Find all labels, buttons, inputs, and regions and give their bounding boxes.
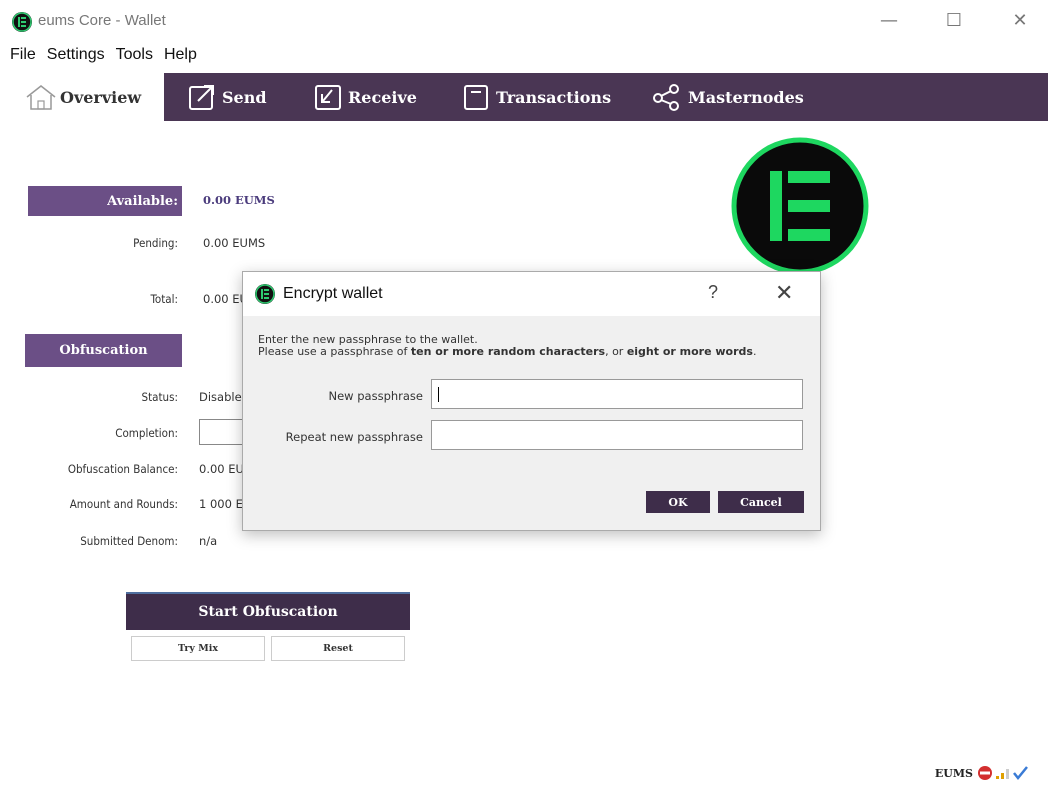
start-obfuscation-button[interactable]: Start Obfuscation bbox=[126, 592, 410, 630]
menu-settings[interactable]: Settings bbox=[47, 46, 105, 70]
signal-bars-icon bbox=[996, 769, 1009, 779]
new-passphrase-input[interactable] bbox=[431, 379, 803, 409]
reset-button[interactable]: Reset bbox=[271, 636, 405, 661]
obfuscation-balance-value: 0.00 EU bbox=[199, 462, 244, 476]
maximize-icon: ☐ bbox=[945, 9, 963, 31]
repeat-passphrase-input[interactable] bbox=[431, 420, 803, 450]
checkmark-icon bbox=[1013, 766, 1028, 780]
pending-label: Pending: bbox=[133, 236, 178, 250]
tab-receive[interactable]: Receive bbox=[314, 73, 417, 121]
ok-button[interactable]: OK bbox=[646, 491, 710, 513]
status-bar: EUMS bbox=[935, 765, 1028, 781]
try-mix-button[interactable]: Try Mix bbox=[131, 636, 265, 661]
menu-help[interactable]: Help bbox=[164, 46, 197, 70]
status-label: Status: bbox=[141, 390, 178, 404]
maximize-button[interactable]: ☐ bbox=[936, 8, 972, 32]
total-label: Total: bbox=[150, 292, 178, 306]
tab-masternodes-label: Masternodes bbox=[688, 87, 804, 107]
dialog-title: Encrypt wallet bbox=[283, 285, 383, 302]
obfuscation-balance-label: Obfuscation Balance: bbox=[67, 462, 178, 476]
title-bar: eums Core - Wallet — ☐ ✕ bbox=[0, 0, 1048, 44]
dialog-message: Enter the new passphrase to the wallet. … bbox=[258, 333, 757, 358]
encrypt-wallet-dialog: Encrypt wallet ? ✕ Enter the new passphr… bbox=[242, 271, 821, 531]
amount-rounds-label: Amount and Rounds: bbox=[69, 497, 178, 511]
share-nodes-icon bbox=[653, 84, 679, 111]
tab-masternodes[interactable]: Masternodes bbox=[650, 73, 804, 121]
dialog-title-bar: Encrypt wallet ? ✕ bbox=[243, 272, 820, 316]
no-entry-icon bbox=[978, 766, 992, 780]
tab-transactions[interactable]: Transactions bbox=[462, 73, 611, 121]
menu-file[interactable]: File bbox=[10, 46, 36, 70]
menu-bar: File Settings Tools Help bbox=[0, 46, 197, 70]
tab-send-label: Send bbox=[222, 87, 267, 107]
tab-receive-label: Receive bbox=[348, 87, 417, 107]
pending-value: 0.00 EUMS bbox=[203, 236, 266, 250]
available-value: 0.00 EUMS bbox=[203, 193, 275, 207]
tab-overview[interactable]: Overview bbox=[10, 73, 164, 121]
house-icon bbox=[26, 85, 56, 110]
transactions-icon bbox=[464, 85, 488, 110]
submitted-denom-value: n/a bbox=[199, 534, 218, 548]
tab-overview-label: Overview bbox=[60, 87, 142, 107]
send-icon bbox=[189, 85, 214, 110]
eums-logo bbox=[731, 137, 869, 275]
window-title: eums Core - Wallet bbox=[38, 12, 166, 29]
minimize-button[interactable]: — bbox=[871, 8, 907, 32]
new-passphrase-label: New passphrase bbox=[328, 389, 424, 403]
completion-label: Completion: bbox=[115, 426, 178, 440]
submitted-denom-label: Submitted Denom: bbox=[80, 534, 178, 548]
dialog-close-button[interactable]: ✕ bbox=[775, 280, 793, 306]
eums-logo bbox=[12, 12, 32, 32]
minimize-icon: — bbox=[880, 9, 898, 31]
tab-transactions-label: Transactions bbox=[496, 87, 612, 107]
repeat-passphrase-label: Repeat new passphrase bbox=[285, 430, 423, 444]
tab-send[interactable]: Send bbox=[188, 73, 267, 121]
amount-rounds-value: 1 000 E bbox=[199, 497, 243, 511]
obfuscation-header: Obfuscation bbox=[25, 334, 182, 367]
eums-logo bbox=[255, 284, 275, 304]
close-window-button[interactable]: ✕ bbox=[1002, 8, 1038, 32]
text-caret bbox=[438, 387, 439, 402]
menu-tools[interactable]: Tools bbox=[116, 46, 153, 70]
close-icon: ✕ bbox=[1012, 9, 1028, 31]
cancel-button[interactable]: Cancel bbox=[718, 491, 804, 513]
receive-icon bbox=[315, 85, 341, 110]
unit-label[interactable]: EUMS bbox=[935, 767, 973, 780]
available-header: Available: bbox=[28, 186, 182, 216]
help-button[interactable]: ? bbox=[708, 282, 718, 303]
toolbar: Send Receive Transactions Masternodes bbox=[164, 73, 1048, 121]
